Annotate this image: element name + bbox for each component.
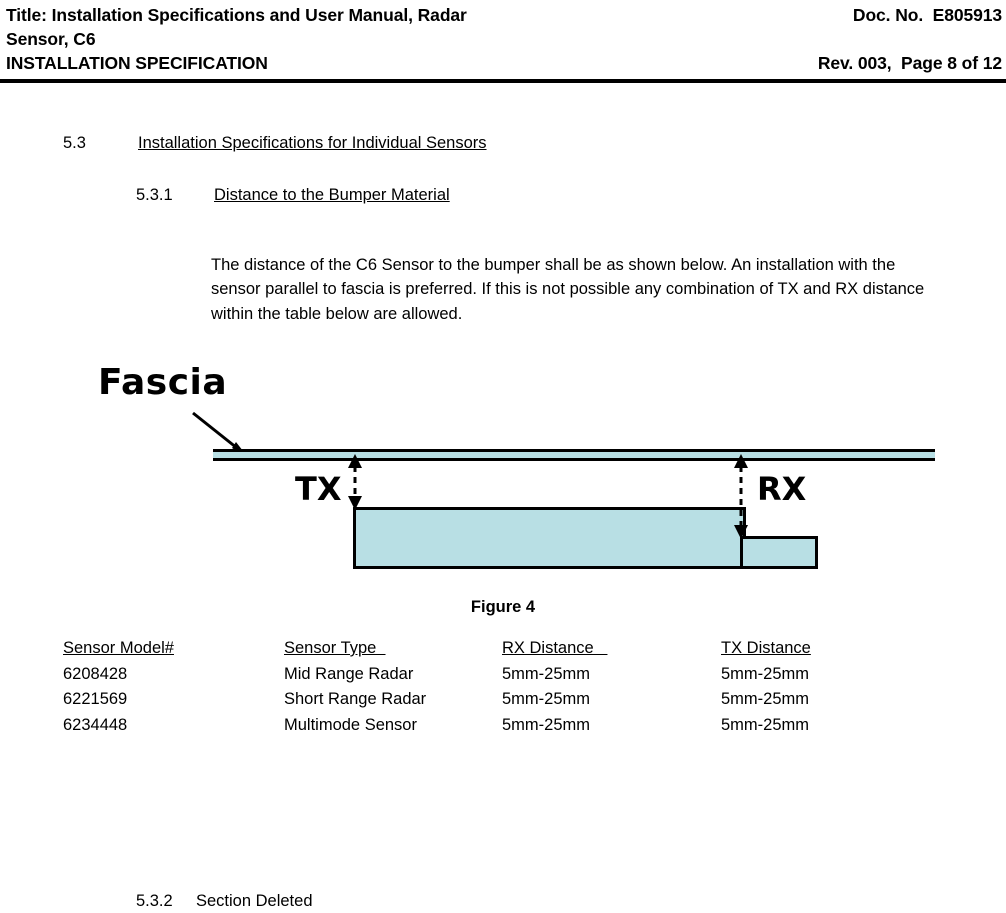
section-title-5-3-2: Section Deleted [196, 892, 313, 910]
tx-label: TX [295, 470, 342, 508]
column-header-sensor-type: Sensor Type [284, 639, 386, 657]
column-header-rx-distance: RX Distance [502, 639, 608, 657]
sensor-specification-table: Sensor Model# Sensor Type RX Distance TX… [63, 636, 901, 738]
document-header: Title: Installation Specifications and U… [0, 0, 1006, 83]
body-paragraph: The distance of the C6 Sensor to the bum… [211, 255, 925, 323]
tx-dimension-arrow-icon [348, 454, 362, 510]
cell-rx-distance: 5mm-25mm [502, 690, 591, 708]
header-revision-page: Rev. 003, Page 8 of 12 [817, 53, 1002, 73]
sensor-step-block-shape [740, 536, 818, 569]
rx-dimension-arrow-icon [734, 454, 748, 539]
figure-caption: Figure 4 [470, 598, 536, 616]
cell-sensor-type: Short Range Radar [284, 690, 427, 708]
cell-sensor-model: 6208428 [63, 664, 128, 683]
figure-4-illustration: Fascia TX RX [0, 350, 1006, 590]
header-doc-number: Doc. No. E805913 [852, 5, 1002, 25]
cell-sensor-type: Mid Range Radar [284, 664, 414, 683]
cell-tx-distance: 5mm-25mm [721, 664, 810, 683]
table-row: 6208428 Mid Range Radar 5mm-25mm 5mm-25m… [63, 662, 901, 688]
fascia-bar-shape [213, 449, 935, 461]
table-header-row: Sensor Model# Sensor Type RX Distance TX… [63, 636, 901, 662]
cell-sensor-model: 6234448 [63, 715, 128, 734]
cell-tx-distance: 5mm-25mm [721, 715, 810, 734]
section-number-5-3-1: 5.3.1 [136, 186, 173, 204]
cell-tx-distance: 5mm-25mm [721, 690, 810, 708]
section-heading-5-3-1: 5.3.1 Distance to the Bumper Material [136, 184, 450, 206]
sensor-main-body-shape [353, 507, 746, 569]
fascia-label: Fascia [98, 362, 228, 403]
header-title-line-1: Title: Installation Specifications and U… [6, 5, 467, 25]
section-title-5-3: Installation Specifications for Individu… [138, 134, 487, 152]
section-heading-5-3-2: 5.3.2 Section Deleted [136, 890, 313, 912]
cell-rx-distance: 5mm-25mm [502, 664, 591, 683]
header-spec-label: INSTALLATION SPECIFICATION [6, 53, 268, 73]
cell-rx-distance: 5mm-25mm [502, 715, 591, 734]
column-header-tx-distance: TX Distance [721, 639, 811, 657]
table-row: 6221569 Short Range Radar 5mm-25mm 5mm-2… [63, 687, 901, 713]
header-title-line-2: Sensor, C6 [6, 29, 96, 49]
column-header-sensor-model: Sensor Model# [63, 639, 174, 657]
section-title-5-3-1: Distance to the Bumper Material [214, 186, 450, 204]
section-heading-5-3: 5.3 Installation Specifications for Indiv… [63, 132, 487, 154]
cell-sensor-model: 6221569 [63, 690, 128, 708]
section-number-5-3: 5.3 [63, 134, 86, 152]
section-number-5-3-2: 5.3.2 [136, 892, 173, 910]
cell-sensor-type: Multimode Sensor [284, 715, 417, 734]
table-row: 6234448 Multimode Sensor 5mm-25mm 5mm-25… [63, 713, 901, 739]
rx-label: RX [757, 470, 807, 508]
header-divider-rule [0, 79, 1006, 83]
